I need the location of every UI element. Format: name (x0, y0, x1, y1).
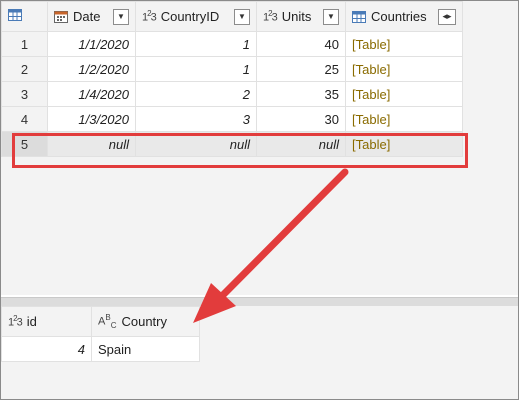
column-dropdown-units[interactable]: ▼ (323, 8, 339, 25)
row-number[interactable]: 4 (1, 106, 48, 132)
detail-table: 123 id ABC Country 4 Spain (1, 306, 200, 362)
highlight-box (12, 133, 468, 168)
cell-countries-table-link[interactable]: [Table] (345, 56, 463, 82)
query-preview-window: Date ▼ 123 CountryID ▼ 123 Units ▼ Count… (0, 0, 519, 400)
cell-countryid[interactable]: 1 (135, 31, 257, 57)
calendar-icon (54, 10, 68, 23)
detail-table-grid: 123 id ABC Country 4 Spain (1, 306, 518, 399)
cell-units[interactable]: 40 (256, 31, 346, 57)
table-row: 4 1/3/2020 3 30 [Table] (1, 106, 463, 132)
column-label-country: Country (121, 314, 167, 329)
cell-date[interactable]: 1/3/2020 (47, 106, 136, 132)
row-number[interactable]: 2 (1, 56, 48, 82)
column-header-id[interactable]: 123 id (1, 306, 92, 337)
cell-units[interactable]: 25 (256, 56, 346, 82)
row-number[interactable]: 1 (1, 31, 48, 57)
column-label-id: id (26, 314, 37, 329)
column-label-units: Units (281, 9, 312, 24)
cell-units[interactable]: 30 (256, 106, 346, 132)
column-header-date[interactable]: Date ▼ (47, 1, 136, 32)
column-header-countries[interactable]: Countries ◂▸ (345, 1, 463, 32)
header-row: Date ▼ 123 CountryID ▼ 123 Units ▼ Count… (1, 1, 463, 32)
column-dropdown-countryid[interactable]: ▼ (234, 8, 250, 25)
cell-id[interactable]: 4 (1, 336, 92, 362)
cell-date[interactable]: 1/1/2020 (47, 31, 136, 57)
cell-countries-table-link[interactable]: [Table] (345, 106, 463, 132)
header-row: 123 id ABC Country (1, 306, 200, 337)
cell-countryid[interactable]: 1 (135, 56, 257, 82)
cell-countries-table-link[interactable]: [Table] (345, 81, 463, 107)
cell-countries-table-link[interactable]: [Table] (345, 31, 463, 57)
column-dropdown-date[interactable]: ▼ (113, 8, 129, 25)
column-label-countries: Countries (371, 9, 427, 24)
column-header-units[interactable]: 123 Units ▼ (256, 1, 346, 32)
column-label-countryid: CountryID (160, 9, 220, 24)
text-type-icon: ABC (98, 313, 117, 330)
pane-splitter[interactable] (1, 297, 518, 306)
table-row: 2 1/2/2020 1 25 [Table] (1, 56, 463, 82)
row-number[interactable]: 3 (1, 81, 48, 107)
number-type-icon: 123 (142, 9, 157, 24)
number-type-icon: 123 (263, 9, 278, 24)
number-type-icon: 123 (8, 314, 23, 329)
cell-country[interactable]: Spain (91, 336, 200, 362)
column-label-date: Date (73, 9, 101, 24)
cell-date[interactable]: 1/4/2020 (47, 81, 136, 107)
table-row: 3 1/4/2020 2 35 [Table] (1, 81, 463, 107)
table-row: 4 Spain (1, 336, 200, 362)
cell-countryid[interactable]: 2 (135, 81, 257, 107)
table-type-icon (352, 10, 366, 23)
cell-countryid[interactable]: 3 (135, 106, 257, 132)
column-header-country[interactable]: ABC Country (91, 306, 200, 337)
table-icon (8, 9, 22, 21)
cell-date[interactable]: 1/2/2020 (47, 56, 136, 82)
cell-units[interactable]: 35 (256, 81, 346, 107)
select-all-corner[interactable] (1, 1, 48, 32)
table-row: 1 1/1/2020 1 40 [Table] (1, 31, 463, 57)
column-header-countryid[interactable]: 123 CountryID ▼ (135, 1, 257, 32)
expand-column-icon[interactable]: ◂▸ (438, 8, 456, 25)
